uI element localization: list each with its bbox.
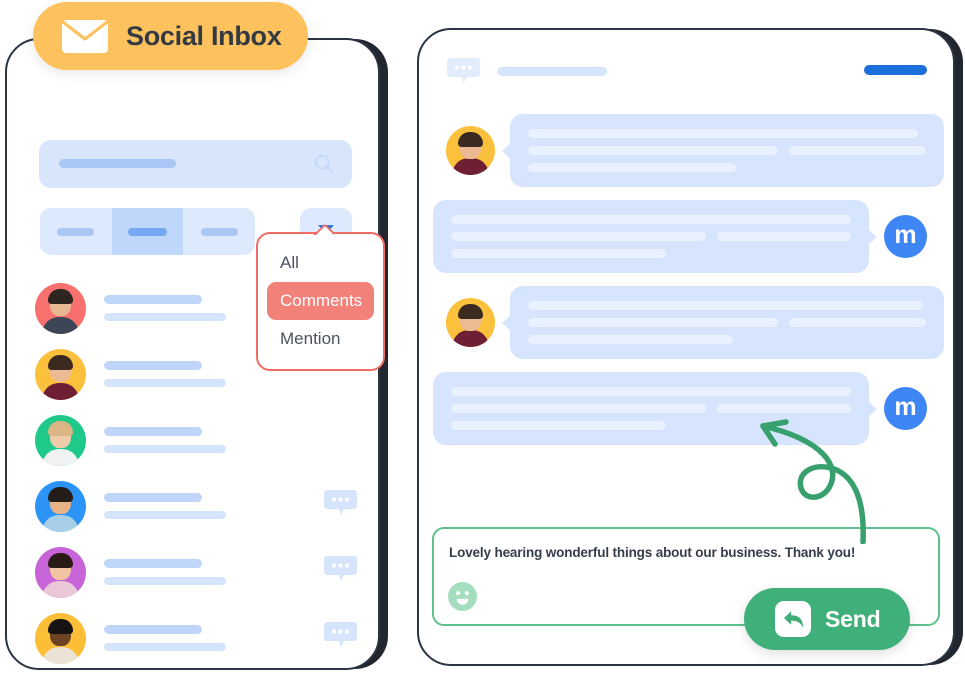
tab-comments[interactable] xyxy=(111,208,184,255)
brand-avatar: m xyxy=(884,387,927,430)
message-bubble[interactable] xyxy=(502,286,944,359)
avatar xyxy=(35,348,86,400)
search-input[interactable] xyxy=(39,140,352,188)
message-row: m xyxy=(433,200,927,273)
list-item-text-placeholder xyxy=(104,427,365,453)
message-row xyxy=(446,286,944,359)
message-row xyxy=(446,114,944,187)
conversation-header xyxy=(447,56,927,90)
smiley-face-icon[interactable] xyxy=(448,582,477,611)
message-thread: m m xyxy=(433,114,944,458)
social-inbox-illustration: m m Lovely hearing wonderful things abou… xyxy=(0,0,965,680)
filter-tab-group[interactable] xyxy=(40,208,255,255)
tab-mention[interactable] xyxy=(183,208,255,255)
reply-text[interactable]: Lovely hearing wonderful things about ou… xyxy=(449,545,855,560)
filter-dropdown-menu[interactable]: All Comments Mention xyxy=(256,232,385,371)
avatar xyxy=(35,480,86,532)
search-icon[interactable] xyxy=(313,153,335,175)
dropdown-item-all[interactable]: All xyxy=(267,244,374,282)
list-item[interactable] xyxy=(35,605,365,671)
tab-label-bar xyxy=(128,227,167,236)
send-button[interactable]: Send xyxy=(744,588,910,650)
list-item[interactable] xyxy=(35,539,365,605)
tab-label-bar xyxy=(57,227,95,236)
message-bubble[interactable] xyxy=(433,200,877,273)
avatar xyxy=(446,126,495,175)
dropdown-item-comments[interactable]: Comments xyxy=(267,282,374,320)
comment-count-icon[interactable] xyxy=(324,490,357,515)
avatar xyxy=(446,298,495,347)
avatar xyxy=(35,612,86,664)
comment-count-icon[interactable] xyxy=(324,556,357,581)
tab-label-bar xyxy=(200,227,238,236)
page-title: Social Inbox xyxy=(126,20,282,51)
search-placeholder-bar xyxy=(59,159,176,168)
chat-dots-icon xyxy=(447,58,480,83)
comment-count-icon[interactable] xyxy=(324,622,357,647)
avatar xyxy=(35,414,86,466)
brand-avatar: m xyxy=(884,215,927,258)
envelope-icon xyxy=(62,19,108,53)
avatar xyxy=(35,546,86,598)
list-item[interactable] xyxy=(35,473,365,539)
dropdown-notch xyxy=(314,223,334,235)
dropdown-item-mention[interactable]: Mention xyxy=(267,320,374,358)
send-button-label: Send xyxy=(825,605,881,632)
reply-arrow-icon xyxy=(775,601,811,637)
social-inbox-header-badge: Social Inbox xyxy=(33,2,308,70)
header-action-button[interactable] xyxy=(864,65,927,75)
message-bubble[interactable] xyxy=(502,114,944,187)
list-item[interactable] xyxy=(35,407,365,473)
avatar xyxy=(35,282,86,334)
tab-all[interactable] xyxy=(40,208,112,255)
curved-arrow-annotation xyxy=(760,419,866,544)
conversation-title-placeholder xyxy=(497,67,607,76)
